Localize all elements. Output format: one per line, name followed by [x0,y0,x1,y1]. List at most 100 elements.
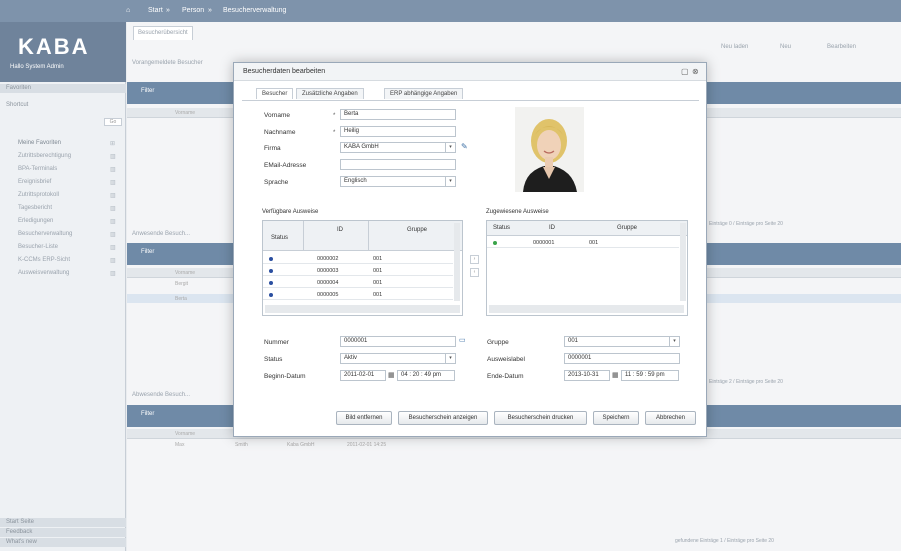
sidebar-item[interactable]: Ausweisverwaltung [18,270,69,276]
email-input[interactable] [340,159,456,170]
print-visitor-pass-button[interactable]: Besucherschein drucken [494,411,587,425]
chevron-down-icon[interactable]: ▾ [445,177,455,186]
status-dot-icon [493,241,497,245]
sprache-label: Sprache [264,179,289,186]
new-button[interactable]: Neu [780,44,791,50]
status-dot-icon [269,281,273,285]
dialog-titlebar[interactable]: Besucherdaten bearbeiten ▢ ⊗ [234,63,706,81]
filter-button[interactable]: Filter [141,88,154,94]
trash-icon[interactable]: ▥ [110,270,116,277]
table-row[interactable]: 0000002 001 [263,254,453,264]
save-button[interactable]: Speichern [593,411,639,425]
trash-icon[interactable]: ▥ [110,257,116,264]
chevron-down-icon[interactable]: ▾ [445,354,455,363]
sidebar-item[interactable]: K-CCMs ERP-Sicht [18,257,70,263]
calendar-icon[interactable]: ▦ [612,371,619,379]
table-row[interactable]: 0000005 001 [263,290,453,300]
nachname-input[interactable]: Heilig [340,126,456,137]
table-row[interactable]: 0000003 001 [263,266,453,276]
table-row[interactable]: 0000004 001 [263,278,453,288]
preregistered-checkbox[interactable]: Vorangemeldete Besucher [132,60,203,66]
chevron-down-icon[interactable]: ▾ [669,337,679,346]
remove-image-button[interactable]: Bild entfernen [336,411,392,425]
ausweislabel-label: Ausweislabel [487,356,525,363]
trash-icon[interactable]: ▥ [110,244,116,251]
cancel-button[interactable]: Abbrechen [645,411,696,425]
move-right-button[interactable]: › [470,255,479,264]
sidebar-item[interactable]: Ereignisbrief [18,179,51,185]
badge-icon[interactable]: ▭ [459,336,466,344]
kaba-logo: KABA [18,34,90,59]
tab-besucheruebersicht[interactable]: Besucherübersicht [133,26,193,40]
status-select[interactable]: Aktiv ▾ [340,353,456,364]
trash-icon[interactable]: ▥ [110,166,116,173]
breadcrumb-separator: » [166,7,170,14]
filter-button[interactable]: Filter [141,249,154,255]
tab-erp-angaben[interactable]: ERP abhängige Angaben [384,88,464,99]
available-badges-title: Verfügbare Ausweise [262,209,319,215]
required-marker: * [333,130,336,136]
sidebar-item[interactable]: Besucherverwaltung [18,231,72,237]
filter-button[interactable]: Filter [141,411,154,417]
home-icon[interactable]: ⌂ [126,7,130,14]
maximize-icon[interactable]: ▢ [681,67,689,76]
vertical-scrollbar[interactable] [454,223,460,301]
shortcut-go-button[interactable]: Go [104,118,122,126]
trash-icon[interactable]: ▥ [110,218,116,225]
close-icon[interactable]: ⊗ [692,67,699,76]
sidebar-item[interactable]: Zutrittsprotokoll [18,192,59,198]
breadcrumb-person[interactable]: Person [182,7,204,14]
visitor-photo [515,107,584,192]
pager-info: Einträge 0 / Einträge pro Seite 20 [709,221,783,227]
vertical-scrollbar[interactable] [680,223,686,301]
sprache-select[interactable]: Englisch ▾ [340,176,456,187]
beginn-time-input[interactable]: 04 : 20 : 49 pm [397,370,455,381]
status-dot-icon [269,293,273,297]
sidebar-item[interactable]: Erledigungen [18,218,53,224]
horizontal-scrollbar[interactable] [489,305,684,313]
vorname-input[interactable]: Berta [340,109,456,120]
reload-button[interactable]: Neu laden [721,44,748,50]
footer-whats-new[interactable]: What's new [0,538,126,547]
sidebar-item[interactable]: Besucher-Liste [18,244,58,250]
table-header: Status ID Gruppe [263,221,462,251]
footer-start[interactable]: Start Seite [0,518,126,527]
edit-button[interactable]: Bearbeiten [827,44,856,50]
trash-icon[interactable]: ▥ [110,153,116,160]
trash-icon[interactable]: ▥ [110,205,116,212]
chevron-down-icon[interactable]: ▾ [445,143,455,152]
horizontal-scrollbar[interactable] [265,305,460,313]
sidebar-item[interactable]: BPA-Terminals [18,166,57,172]
sidebar-item-favorites[interactable]: Meine Favoriten [18,140,61,146]
available-badges-table: Status ID Gruppe 0000002 001 0000003 001… [262,220,463,316]
calendar-icon[interactable]: ▦ [388,371,395,379]
firma-select[interactable]: KABA GmbH ▾ [340,142,456,153]
breadcrumb-module[interactable]: Besucherverwaltung [223,7,286,14]
trash-icon[interactable]: ▥ [110,179,116,186]
table-header: Status ID Gruppe [487,221,687,236]
panel-title: Abwesende Besuch... [132,392,191,398]
ende-time-input[interactable]: 11 : 59 : 59 pm [621,370,679,381]
edit-company-icon[interactable]: ✎ [461,142,468,151]
sidebar-item[interactable]: Zutrittsberechtigung [18,153,71,159]
ausweislabel-input[interactable]: 0000001 [564,353,680,364]
move-left-button[interactable]: ‹ [470,268,479,277]
required-marker: * [333,113,336,119]
favorites-header[interactable]: Favoriten [0,84,126,93]
beginn-date-input[interactable]: 2011-02-01 [340,370,386,381]
tab-besucher[interactable]: Besucher [256,88,294,99]
trash-icon[interactable]: ▥ [110,192,116,199]
show-visitor-pass-button[interactable]: Besucherschein anzeigen [398,411,488,425]
nummer-input[interactable]: 0000001 [340,336,456,347]
add-icon[interactable]: ⊞ [110,140,115,147]
sidebar-item[interactable]: Tagesbericht [18,205,52,211]
footer-feedback[interactable]: Feedback [0,528,126,537]
ende-date-input[interactable]: 2013-10-31 [564,370,610,381]
trash-icon[interactable]: ▥ [110,231,116,238]
table-row[interactable]: 0000001 001 [487,238,679,248]
tab-zusaetzliche-angaben[interactable]: Zusätzliche Angaben [296,88,364,99]
breadcrumb-start[interactable]: Start [148,7,163,14]
table-row[interactable]: Max Smith Kaba GmbH 2011-02-01 14:25 [127,440,901,449]
pager-info: gefundene Einträge 1 / Einträge pro Seit… [675,538,774,544]
gruppe-select[interactable]: 001 ▾ [564,336,680,347]
